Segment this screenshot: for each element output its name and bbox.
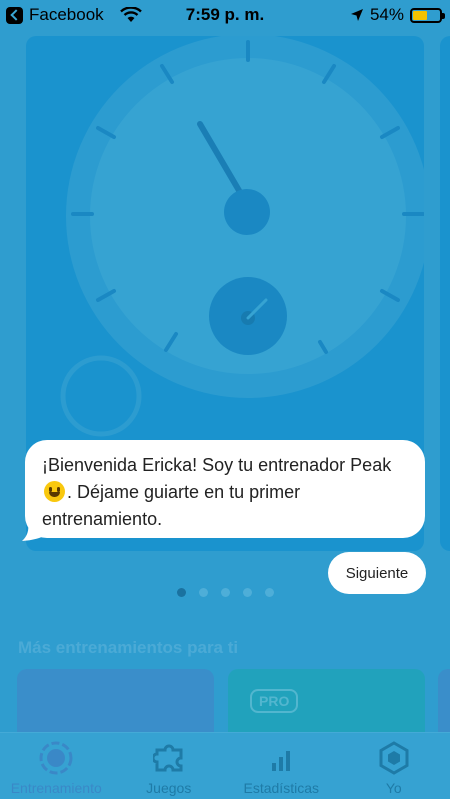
next-button[interactable]: Siguiente — [328, 552, 426, 594]
grinning-face-emoji-icon — [44, 481, 65, 502]
carousel-dot[interactable] — [198, 588, 208, 597]
location-arrow-icon — [350, 9, 363, 21]
corner-dial — [60, 355, 142, 437]
tab-label: Entrenamiento — [10, 780, 102, 796]
tab-label: Yo — [385, 780, 402, 796]
tab-bar: Entrenamiento Juegos Estadísticas Yo — [0, 732, 450, 799]
status-bar: Facebook 7:59 p. m. 54% — [0, 0, 450, 30]
puzzle-piece-icon — [151, 741, 187, 775]
app-screen: Facebook 7:59 p. m. 54% Más entrenamient… — [0, 0, 450, 799]
pro-badge: PRO — [250, 689, 299, 713]
battery-icon — [410, 7, 445, 23]
tab-label: Estadísticas — [243, 780, 319, 796]
carousel-dot[interactable] — [176, 588, 186, 597]
gauge-hub — [224, 189, 270, 235]
bar-chart-icon — [263, 741, 299, 775]
next-training-card-peek[interactable] — [440, 36, 450, 551]
coach-message-text: ¡Bienvenida Ericka! Soy tu entrenador Pe… — [42, 455, 392, 475]
tab-label: Juegos — [146, 780, 192, 796]
training-card-2[interactable]: PRO — [228, 669, 425, 739]
coach-message-bubble: ¡Bienvenida Ericka! Soy tu entrenador Pe… — [25, 440, 425, 538]
training-card-3-peek[interactable] — [438, 669, 450, 739]
battery-level — [413, 10, 428, 20]
carousel-dot[interactable] — [264, 588, 274, 597]
tab-entrenamiento[interactable]: Entrenamiento — [0, 733, 113, 799]
more-trainings-title: Más entrenamientos para ti — [18, 638, 239, 657]
tab-yo[interactable]: Yo — [338, 733, 450, 799]
coach-message-text-continued: . Déjame guiarte en tu primer entrenamie… — [42, 482, 301, 529]
tab-estadisticas[interactable]: Estadísticas — [225, 733, 338, 799]
hexagon-profile-icon — [376, 741, 412, 775]
tab-juegos[interactable]: Juegos — [113, 733, 226, 799]
training-card-1[interactable] — [17, 669, 214, 739]
carousel-dot[interactable] — [220, 588, 230, 597]
training-target-icon — [38, 741, 74, 775]
status-right: 54% — [350, 5, 445, 25]
carousel-dot[interactable] — [242, 588, 252, 597]
battery-percent: 54% — [369, 5, 404, 24]
